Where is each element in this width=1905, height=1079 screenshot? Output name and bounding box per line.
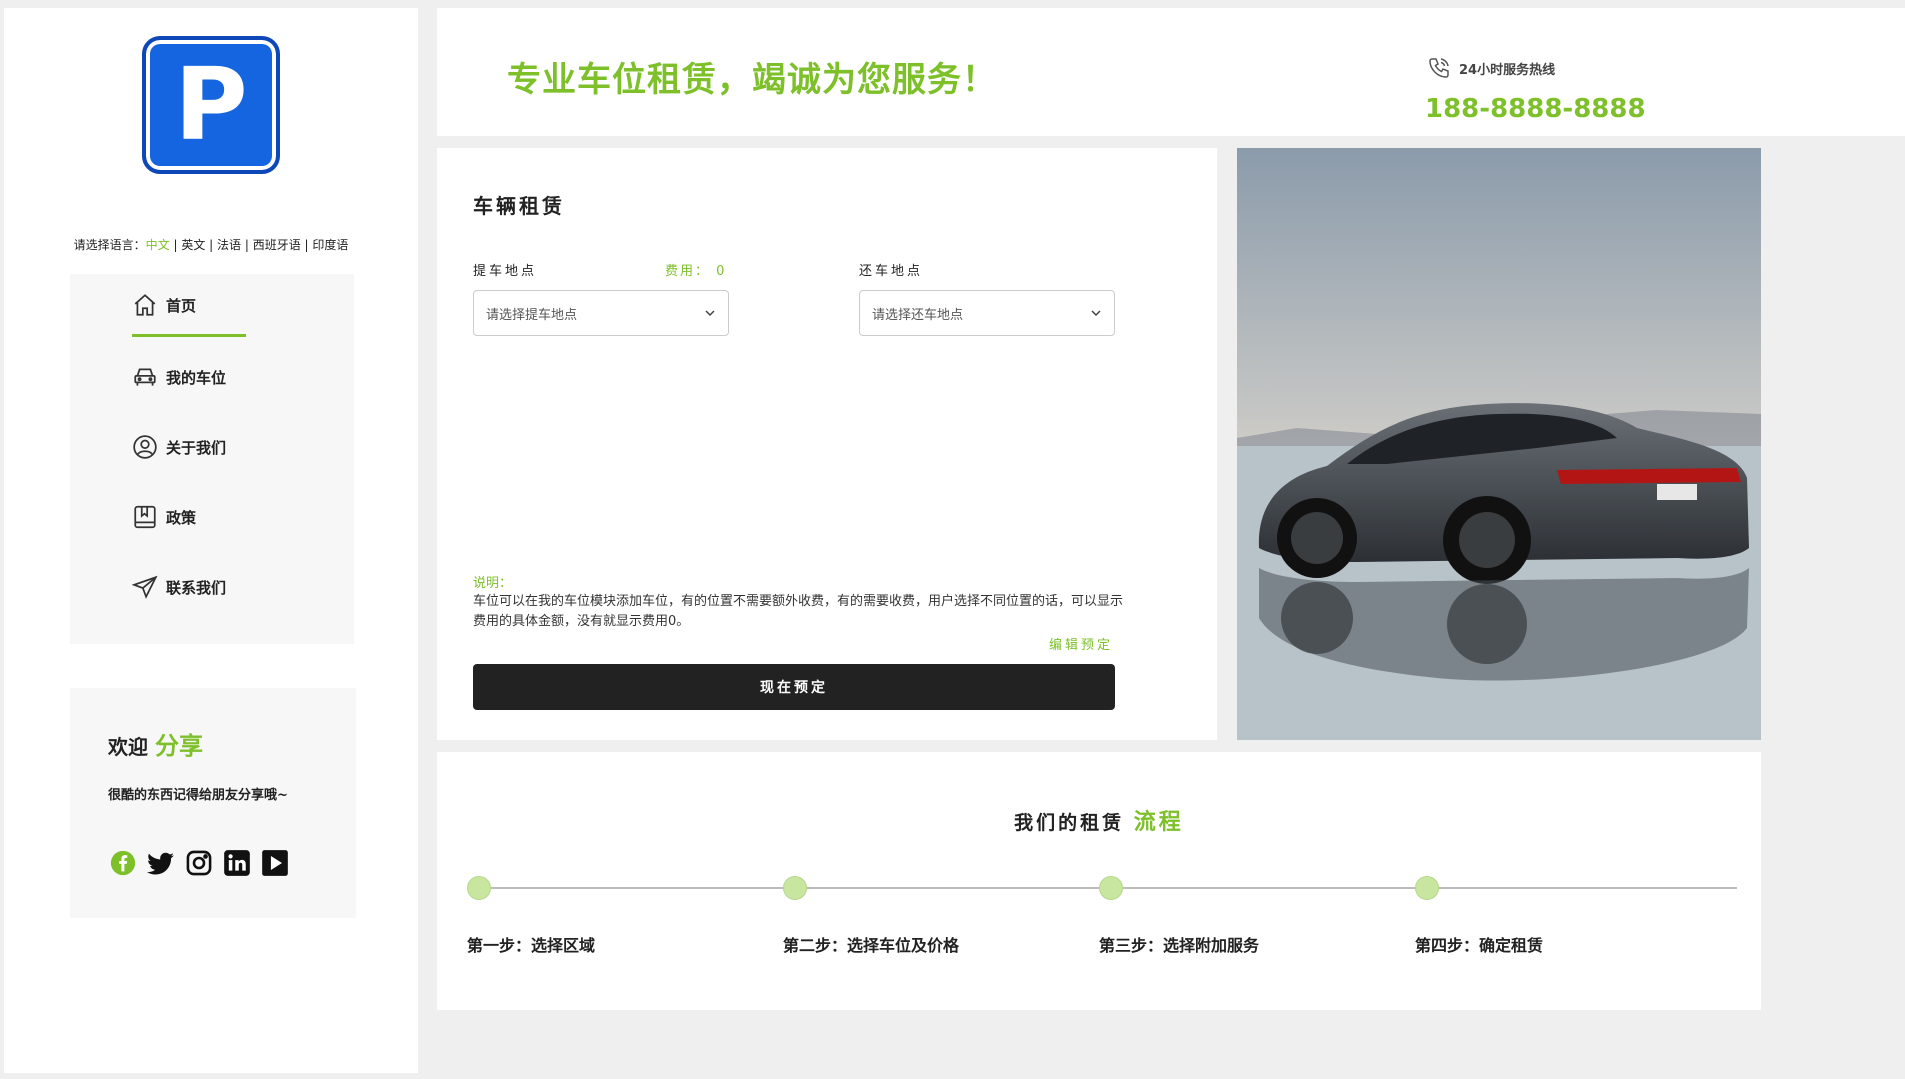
- process-step-1: 第一步：选择区域: [467, 936, 596, 955]
- youtube-icon[interactable]: [260, 848, 290, 878]
- process-step-3: 第三步：选择附加服务: [1099, 936, 1260, 955]
- sidebar: P 请选择语言：中文 | 英文 | 法语 | 西班牙语 | 印度语 首页 我的车…: [4, 8, 418, 1073]
- book-icon: [134, 505, 156, 529]
- language-option-current[interactable]: 中文: [146, 238, 170, 252]
- pickup-label: 提车地点: [473, 264, 538, 279]
- home-icon: [134, 294, 156, 316]
- return-label: 还车地点: [859, 264, 924, 279]
- process-step-4: 第四步：确定租赁: [1415, 936, 1544, 955]
- timeline-dot: [467, 876, 491, 900]
- language-option-english[interactable]: 英文: [181, 238, 205, 252]
- nav-item-home[interactable]: 首页: [132, 292, 196, 318]
- car-image: [1237, 148, 1761, 740]
- book-now-button[interactable]: 现在预定: [473, 664, 1115, 710]
- return-location-select[interactable]: 请选择还车地点: [859, 290, 1115, 336]
- booking-panel: 车辆租赁 提车地点 费用： 0 还车地点 请选择提车地点 请选择还车地点 说明：…: [437, 148, 1217, 740]
- nav-active-underline: [132, 334, 246, 337]
- nav-label-contact: 联系我们: [166, 578, 227, 597]
- process-title-accent: 流程: [1133, 810, 1184, 835]
- language-option-hindi[interactable]: 印度语: [312, 238, 348, 252]
- nav-label-about: 关于我们: [166, 438, 227, 457]
- note-label: 说明：: [473, 576, 513, 591]
- timeline-dot: [1099, 876, 1123, 900]
- hotline-number[interactable]: 188-8888-8888: [1425, 94, 1646, 124]
- hotline-label-text: 24小时服务热线: [1459, 62, 1556, 78]
- facebook-icon[interactable]: [108, 848, 138, 878]
- language-option-french[interactable]: 法语: [217, 238, 241, 252]
- car-icon: [134, 368, 156, 386]
- nav-label-home: 首页: [166, 296, 197, 315]
- language-prompt: 请选择语言：: [73, 238, 146, 252]
- hotline-label: 24小时服务热线: [1427, 56, 1555, 80]
- fee-label: 费用： 0: [665, 264, 727, 279]
- phone-icon: [1429, 58, 1449, 78]
- share-panel: 欢迎 分享 很酷的东西记得给朋友分享哦~: [70, 688, 356, 918]
- parking-logo[interactable]: P: [142, 36, 280, 174]
- nav-item-contact[interactable]: 联系我们: [132, 574, 226, 600]
- language-option-spanish[interactable]: 西班牙语: [253, 238, 301, 252]
- pickup-select-placeholder: 请选择提车地点: [486, 307, 578, 323]
- pickup-location-select[interactable]: 请选择提车地点: [473, 290, 729, 336]
- send-icon: [132, 575, 158, 599]
- nav-label-my-parking: 我的车位: [166, 368, 227, 387]
- note-text: 车位可以在我的车位模块添加车位，有的位置不需要额外收费，有的需要收费，用户选择不…: [473, 594, 1124, 629]
- process-step-2: 第二步：选择车位及价格: [783, 936, 960, 955]
- social-links: [108, 848, 290, 878]
- share-title: 欢迎 分享: [108, 726, 203, 761]
- nav-label-policy: 政策: [166, 508, 197, 527]
- process-title: 我们的租赁 流程: [437, 804, 1761, 836]
- user-icon: [133, 435, 157, 459]
- nav-item-about[interactable]: 关于我们: [132, 434, 226, 460]
- nav-item-policy[interactable]: 政策: [132, 504, 196, 530]
- return-select-placeholder: 请选择还车地点: [872, 307, 964, 323]
- chevron-down-icon: [705, 310, 715, 317]
- timeline-dot: [783, 876, 807, 900]
- edit-booking-link[interactable]: 编辑预定: [1049, 634, 1113, 653]
- share-subtitle: 很酷的东西记得给朋友分享哦~: [108, 788, 288, 803]
- header-slogan: 专业车位租赁，竭诚为您服务！: [507, 60, 997, 100]
- share-title-accent: 分享: [154, 732, 203, 760]
- process-title-prefix: 我们的租赁: [1014, 812, 1134, 834]
- sidebar-nav: 首页 我的车位 关于我们 政策 联系我们: [70, 274, 354, 644]
- nav-item-my-parking[interactable]: 我的车位: [132, 364, 226, 390]
- share-title-prefix: 欢迎: [108, 735, 155, 759]
- twitter-icon[interactable]: [146, 848, 176, 878]
- logo-letter: P: [174, 46, 248, 163]
- instagram-icon[interactable]: [184, 848, 214, 878]
- booking-title: 车辆租赁: [473, 194, 565, 218]
- top-header: 专业车位租赁，竭诚为您服务！ 24小时服务热线 188-8888-8888: [437, 8, 1905, 136]
- chevron-down-icon: [1091, 310, 1101, 317]
- linkedin-icon[interactable]: [222, 848, 252, 878]
- language-selector: 请选择语言：中文 | 英文 | 法语 | 西班牙语 | 印度语: [73, 238, 349, 252]
- rental-process-section: 我们的租赁 流程 第一步：选择区域 第二步：选择车位及价格 第三步：选择附加服务…: [437, 752, 1761, 1010]
- timeline-dot: [1415, 876, 1439, 900]
